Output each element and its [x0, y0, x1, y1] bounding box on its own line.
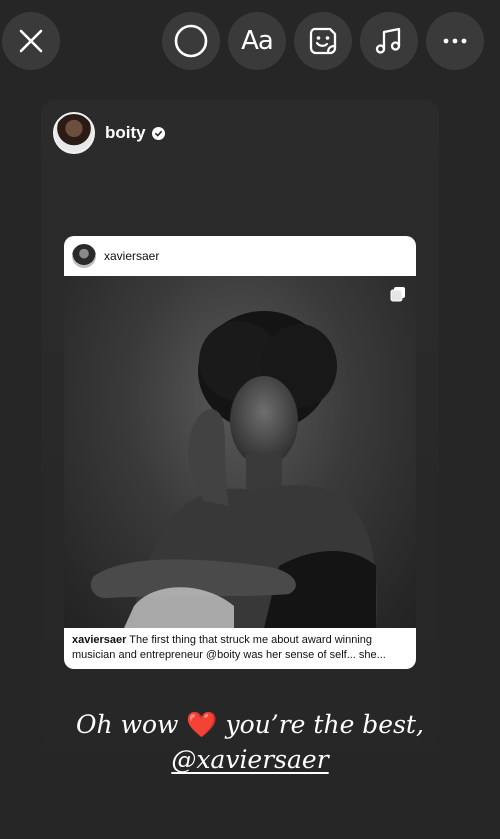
sticker-button[interactable] [294, 12, 352, 70]
circle-icon [174, 24, 208, 58]
mention-link[interactable]: @xaviersaer [171, 745, 328, 774]
text-tool-label: Aa [241, 26, 274, 56]
post-username[interactable]: xaviersaer [104, 249, 159, 263]
author-username[interactable]: boity [105, 123, 146, 143]
portrait-image [90, 311, 377, 628]
verified-badge-icon [151, 126, 165, 140]
heart-emoji: ❤️ [186, 710, 218, 739]
post-header: xaviersaer [64, 236, 416, 276]
mention-line: @xaviersaer [0, 745, 500, 774]
caption-username: xaviersaer [72, 634, 127, 646]
carousel-icon [390, 287, 405, 302]
text-button[interactable]: Aa [228, 12, 286, 70]
post-caption: xaviersaer The first thing that struck m… [64, 628, 416, 663]
close-icon [19, 29, 43, 53]
avatar[interactable] [53, 112, 95, 154]
more-button[interactable] [426, 12, 484, 70]
close-button[interactable] [2, 12, 60, 70]
sticker-icon [309, 27, 337, 55]
draw-button[interactable] [162, 12, 220, 70]
music-icon [375, 27, 401, 54]
story-text-part1: Oh wow [76, 710, 179, 739]
shared-post[interactable]: xaviersaer xaviersaer The first thing th… [64, 236, 416, 669]
story-text-part2: you’re the best, [225, 710, 424, 739]
music-button[interactable] [360, 12, 418, 70]
post-photo[interactable] [64, 276, 416, 628]
story-text[interactable]: Oh wow ❤️ you’re the best, [0, 710, 500, 740]
post-avatar[interactable] [72, 244, 96, 268]
story-author[interactable]: boity [53, 112, 165, 154]
more-icon [443, 38, 467, 44]
